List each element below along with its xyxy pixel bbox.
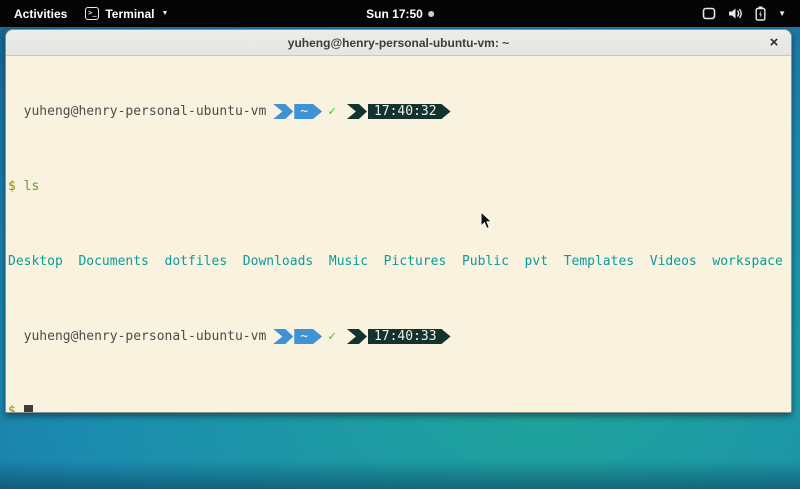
notification-dot-icon: [428, 11, 434, 17]
terminal-icon: >_: [85, 7, 99, 20]
directory-item: Videos: [650, 254, 697, 269]
volume-icon: [728, 7, 743, 20]
directory-item: Templates: [564, 254, 634, 269]
text-cursor: [24, 405, 33, 414]
cwd-segment: ~: [294, 104, 322, 119]
terminal-content[interactable]: yuheng@henry-personal-ubuntu-vm ~ ✓ 17:4…: [6, 56, 791, 413]
clock-button[interactable]: Sun 17:50: [366, 0, 434, 27]
mouse-cursor-icon: [480, 211, 493, 230]
directory-item: Desktop: [8, 254, 63, 269]
user-host-text: yuheng@henry-personal-ubuntu-vm: [8, 104, 266, 119]
directory-item: Documents: [78, 254, 148, 269]
top-bar: Activities >_ Terminal ▼ Sun 17:50 ▼: [0, 0, 800, 27]
powerline-chevron-icon: [347, 329, 367, 344]
check-icon: ✓: [328, 104, 336, 119]
window-titlebar[interactable]: yuheng@henry-personal-ubuntu-vm: ~ ×: [6, 30, 791, 56]
prompt-symbol: $: [8, 179, 16, 194]
terminal-window: yuheng@henry-personal-ubuntu-vm: ~ × yuh…: [5, 29, 792, 413]
battery-charging-icon: [755, 6, 766, 21]
top-bar-left: Activities >_ Terminal ▼: [0, 5, 168, 23]
directory-item: pvt: [525, 254, 548, 269]
directory-item: dotfiles: [165, 254, 228, 269]
directory-item: workspace: [712, 254, 782, 269]
input-line[interactable]: $: [8, 404, 789, 413]
app-menu-button[interactable]: >_ Terminal ▼: [85, 7, 168, 21]
prompt-line-1: yuheng@henry-personal-ubuntu-vm ~ ✓ 17:4…: [8, 104, 789, 119]
command-line: $ ls: [8, 179, 789, 194]
check-icon: ✓: [328, 329, 336, 344]
directory-item: Public: [462, 254, 509, 269]
directory-item: Downloads: [243, 254, 313, 269]
app-menu-label: Terminal: [105, 7, 154, 21]
powerline-chevron-icon: [347, 104, 367, 119]
clock-label: Sun 17:50: [366, 7, 423, 21]
time-segment: 17:40:33: [368, 329, 451, 344]
activities-button[interactable]: Activities: [10, 5, 71, 23]
chevron-down-icon: ▼: [778, 9, 786, 18]
system-status-area[interactable]: ▼: [702, 0, 800, 27]
prompt-line-2: yuheng@henry-personal-ubuntu-vm ~ ✓ 17:4…: [8, 329, 789, 344]
directory-item: Pictures: [384, 254, 447, 269]
directory-item: Music: [329, 254, 368, 269]
command-text: ls: [24, 179, 40, 194]
powerline-chevron-icon: [273, 104, 293, 119]
user-host-text: yuheng@henry-personal-ubuntu-vm: [8, 329, 266, 344]
chevron-down-icon: ▼: [161, 10, 168, 17]
screen-share-icon: [702, 7, 716, 20]
close-icon[interactable]: ×: [765, 34, 783, 52]
directory-listing: Desktop Documents dotfiles Downloads Music Pi…: [8, 254, 789, 269]
window-title: yuheng@henry-personal-ubuntu-vm: ~: [288, 36, 509, 50]
time-segment: 17:40:32: [368, 104, 451, 119]
prompt-symbol: $: [8, 404, 16, 413]
cwd-segment: ~: [294, 329, 322, 344]
powerline-chevron-icon: [273, 329, 293, 344]
